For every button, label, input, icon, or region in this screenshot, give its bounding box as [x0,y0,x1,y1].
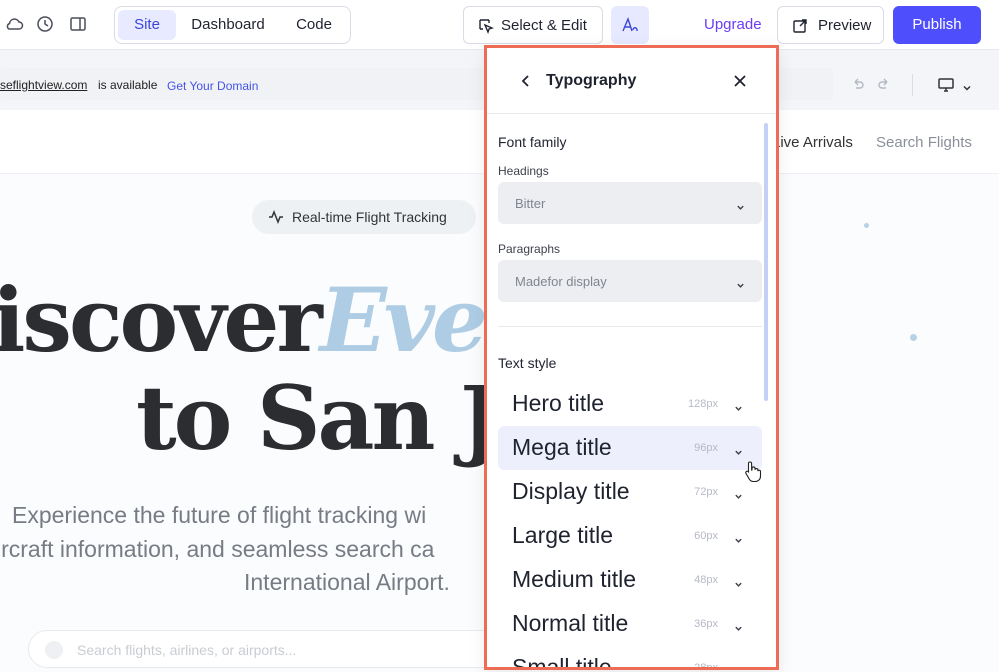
text-style-size: 128px [688,398,718,410]
select-edit-button[interactable]: Select & Edit [463,6,603,44]
select-edit-label: Select & Edit [501,17,587,34]
decorative-dot [864,223,869,228]
chevron-down-icon[interactable] [962,80,972,91]
text-style-size: 60px [694,530,718,542]
hero-badge: Real-time Flight Tracking [252,200,476,234]
cloud-icon[interactable] [4,14,26,36]
upgrade-link[interactable]: Upgrade [704,16,762,33]
text-style-size: 36px [694,618,718,630]
ai-text-icon [620,15,640,35]
paragraphs-font-select[interactable]: Madefor display [498,260,762,302]
panel-header: Typography [487,48,776,114]
site-mode-switcher: Site Dashboard Code [114,6,351,44]
flight-search-placeholder: Search flights, airlines, or airports... [77,642,297,658]
chevron-down-icon [736,277,745,288]
text-style-name: Medium title [512,566,636,592]
get-domain-link[interactable]: Get Your Domain [167,79,258,93]
preview-label: Preview [818,17,872,34]
text-style-name: Large title [512,522,614,548]
text-style-mega-title[interactable]: Mega title 96px [498,426,762,470]
text-style-medium-title[interactable]: Medium title 48px [498,558,762,602]
hand-cursor-icon [744,460,762,483]
redo-icon[interactable] [877,78,891,92]
chevron-down-icon [734,488,743,499]
chevron-down-icon [734,576,743,587]
text-style-large-title[interactable]: Large title 60px [498,514,762,558]
headings-font-select[interactable]: Bitter [498,182,762,224]
domain-name: seflightview.com [0,78,88,92]
nav-live-arrivals[interactable]: Live Arrivals [772,134,853,151]
paragraphs-font-value: Madefor display [515,274,607,289]
chevron-down-icon [736,199,745,210]
nav-search-flights[interactable]: Search Flights [876,134,972,151]
toolbar-divider [912,74,913,96]
preview-button[interactable]: Preview [777,6,884,44]
text-style-name: Small title [512,654,612,670]
text-style-display-title[interactable]: Display title 72px [498,470,762,514]
panel-title: Typography [546,72,637,89]
tab-dashboard[interactable]: Dashboard [181,10,275,40]
external-link-icon [792,18,808,34]
text-style-size: 96px [694,442,718,454]
font-family-label: Font family [498,134,567,150]
typography-toggle-button[interactable] [611,6,649,44]
tab-site[interactable]: Site [118,10,176,40]
text-style-small-title[interactable]: Small title 28px [498,646,762,670]
chevron-down-icon [734,532,743,543]
hero-description-line: ircraft information, and seamless search… [0,536,435,562]
text-style-size: 48px [694,574,718,586]
decorative-dot [910,334,917,341]
panel-divider [498,326,762,327]
hero-badge-label: Real-time Flight Tracking [292,209,447,225]
activity-icon [268,209,284,225]
select-edit-icon [477,17,495,35]
editor-top-bar: Site Dashboard Code Select & Edit Upgrad… [0,0,999,50]
headings-font-value: Bitter [515,196,546,211]
desktop-icon[interactable] [937,77,955,93]
text-style-hero-title[interactable]: Hero title 128px [498,382,762,426]
chevron-down-icon [734,664,743,667]
paragraphs-label: Paragraphs [498,242,561,256]
text-style-size: 72px [694,486,718,498]
panels-icon[interactable] [68,14,90,36]
text-style-normal-title[interactable]: Normal title 36px [498,602,762,646]
headings-label: Headings [498,164,549,178]
text-style-name: Mega title [512,434,612,460]
hero-heading-part: iscover [0,268,323,372]
domain-available-text: is available [98,78,158,92]
publish-button[interactable]: Publish [893,6,981,44]
search-icon [45,641,63,659]
chevron-down-icon [734,400,743,411]
undo-icon[interactable] [851,78,865,92]
chevron-down-icon [734,444,743,455]
text-style-name: Normal title [512,610,629,636]
history-icon[interactable] [35,14,57,36]
chevron-down-icon [734,620,743,631]
typography-panel: Typography Font family Headings Bitter P… [484,45,779,670]
panel-scrollbar[interactable] [764,123,768,401]
text-style-name: Hero title [512,390,605,416]
close-icon[interactable] [733,74,747,88]
chevron-left-icon[interactable] [519,74,533,88]
text-style-label: Text style [498,355,557,371]
text-style-name: Display title [512,478,630,504]
text-style-size: 28px [694,662,718,670]
tab-code[interactable]: Code [281,10,347,40]
flight-search-box[interactable]: Search flights, airlines, or airports... [28,630,548,668]
